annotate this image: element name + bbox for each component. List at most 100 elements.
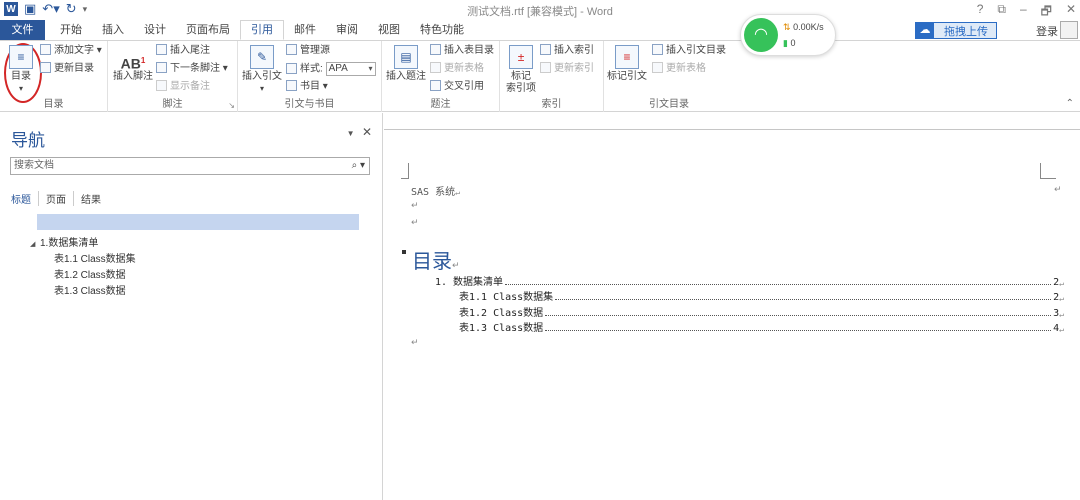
toc-icon: ≡ bbox=[9, 45, 33, 69]
update-toc-button[interactable]: 更新目录 bbox=[40, 62, 94, 76]
tab-layout[interactable]: 页面布局 bbox=[176, 20, 240, 40]
nav-options-icon[interactable]: ▼ bbox=[347, 129, 355, 138]
dialog-launcher-icon[interactable]: ↘ bbox=[228, 101, 235, 110]
crop-mark bbox=[1040, 163, 1056, 179]
upload-label: 拖拽上传 bbox=[944, 25, 988, 38]
group-label-captions: 题注 bbox=[430, 99, 451, 110]
tab-results[interactable]: 结果 bbox=[74, 191, 108, 206]
cross-reference-button[interactable]: 交叉引用 bbox=[430, 80, 484, 94]
tab-headings[interactable]: 标题 bbox=[11, 191, 39, 206]
upload-button[interactable]: ☁ 拖拽上传 bbox=[915, 22, 997, 39]
nav-heading-item[interactable]: 表1.2 Class数据 bbox=[54, 266, 126, 281]
avatar[interactable] bbox=[1060, 21, 1078, 39]
group-label-footnotes: 脚注 bbox=[162, 99, 183, 110]
group-toc: ≡ 目录 ▾ 添加文字 ▾ 更新目录 目录 bbox=[0, 41, 108, 112]
next-footnote-button[interactable]: 下一条脚注 ▾ bbox=[156, 62, 228, 76]
nav-heading-item[interactable]: 表1.3 Class数据 bbox=[54, 282, 126, 297]
tab-pages[interactable]: 页面 bbox=[39, 191, 74, 206]
window-title: 测试文档.rtf [兼容模式] - Word bbox=[467, 6, 613, 18]
style-dropdown[interactable]: APA ▾ bbox=[325, 62, 376, 76]
group-label-citations: 引文与书目 bbox=[284, 99, 335, 110]
login-link[interactable]: 登录 bbox=[1036, 23, 1058, 39]
toc-entry[interactable]: 1. 数据集清单 2 ↵ bbox=[435, 274, 1064, 288]
battery-icon: ▮ bbox=[783, 38, 788, 48]
tab-references[interactable]: 引用 bbox=[240, 20, 284, 40]
nav-heading-item[interactable]: ◢ 1.数据集清单 bbox=[30, 234, 98, 249]
paragraph-mark: ↵ bbox=[411, 200, 419, 210]
insert-footnote-button[interactable]: AB1 插入脚注 bbox=[112, 49, 154, 83]
add-text-button[interactable]: 添加文字 ▾ bbox=[40, 44, 102, 58]
search-icon[interactable]: ⌕ ▾ bbox=[352, 158, 365, 174]
doc-header[interactable]: SAS 系统↵ bbox=[411, 183, 460, 198]
update-toa-icon bbox=[652, 62, 663, 73]
wifi-icon: ◠ bbox=[744, 18, 778, 52]
toc-entry[interactable]: 表1.2 Class数据 3 ↵ bbox=[459, 305, 1064, 319]
add-text-icon bbox=[40, 44, 51, 55]
group-footnotes: AB1 插入脚注 插入尾注 下一条脚注 ▾ 显示备注 脚注 ↘ bbox=[108, 41, 238, 112]
insert-citation-button[interactable]: ✎ 插入引文 ▾ bbox=[242, 45, 282, 95]
mark-entry-icon: ± bbox=[509, 45, 533, 69]
tab-review[interactable]: 审阅 bbox=[326, 20, 368, 40]
bibliography-button[interactable]: 书目 ▾ bbox=[286, 80, 328, 94]
group-label-toc: 目录 bbox=[43, 99, 64, 110]
toc-entry[interactable]: 表1.1 Class数据集 2 ↵ bbox=[459, 289, 1064, 303]
group-captions: ▤ 插入题注 插入表目录 更新表格 交叉引用 题注 bbox=[382, 41, 500, 112]
toc-entry[interactable]: 表1.3 Class数据 4 ↵ bbox=[459, 320, 1064, 334]
tab-featured[interactable]: 特色功能 bbox=[410, 20, 474, 40]
toc-button[interactable]: ≡ 目录 ▾ bbox=[8, 45, 34, 95]
endnote-icon bbox=[156, 44, 167, 55]
tab-home[interactable]: 开始 bbox=[50, 20, 92, 40]
next-footnote-icon bbox=[156, 62, 167, 73]
cross-reference-icon bbox=[430, 80, 441, 91]
tab-mailings[interactable]: 邮件 bbox=[284, 20, 326, 40]
show-notes-button[interactable]: 显示备注 bbox=[156, 80, 210, 94]
paragraph-mark: ↵ bbox=[411, 337, 419, 347]
collapse-ribbon-icon[interactable]: ⌃ bbox=[1066, 98, 1074, 109]
tab-design[interactable]: 设计 bbox=[134, 20, 176, 40]
nav-tabs: 标题 页面 结果 bbox=[11, 191, 108, 206]
group-index: ± 标记 索引项 插入索引 更新索引 索引 bbox=[500, 41, 604, 112]
navigation-pane: 导航 ▼ ✕ 搜索文档 ⌕ ▾ 标题 页面 结果 ◢ 1.数据集清单 表1.1 C… bbox=[0, 113, 383, 500]
update-index-button[interactable]: 更新索引 bbox=[540, 62, 594, 76]
doc-heading[interactable]: 目录↵ bbox=[412, 245, 460, 274]
device-count: 0 bbox=[790, 38, 796, 48]
update-toa-button[interactable]: 更新表格 bbox=[652, 62, 706, 76]
update-table-button[interactable]: 更新表格 bbox=[430, 62, 484, 76]
insert-endnote-button[interactable]: 插入尾注 bbox=[156, 44, 210, 58]
footnote-icon: AB1 bbox=[120, 55, 146, 72]
manage-sources-button[interactable]: 管理源 bbox=[286, 44, 330, 58]
document-area[interactable]: SAS 系统↵ ↵ ↵ ↵ 目录↵ 1. 数据集清单 2 ↵ 表1.1 Class数… bbox=[384, 113, 1080, 500]
update-toc-icon bbox=[40, 62, 51, 73]
cloud-icon: ☁ bbox=[916, 23, 934, 38]
insert-index-icon bbox=[540, 44, 551, 55]
caption-icon: ▤ bbox=[394, 45, 418, 69]
collapse-triangle-icon[interactable]: ◢ bbox=[30, 240, 40, 248]
arrows-icon: ⇅ bbox=[783, 22, 791, 32]
title-bar: W ▣ ↶▾ ↻ ▾ 测试文档.rtf [兼容模式] - Word ? ⧉ – … bbox=[0, 0, 1080, 20]
manage-sources-icon bbox=[286, 44, 297, 55]
show-notes-icon bbox=[156, 80, 167, 91]
page-edge bbox=[384, 129, 1080, 130]
nav-controls: ▼ ✕ bbox=[347, 125, 372, 139]
ribbon-tabs: 文件 开始 插入 设计 页面布局 引用 邮件 审阅 视图 特色功能 ☁ 拖拽上传… bbox=[0, 20, 1080, 40]
insert-table-figures-button[interactable]: 插入表目录 bbox=[430, 44, 494, 58]
search-input[interactable]: 搜索文档 ⌕ ▾ bbox=[10, 157, 370, 175]
mark-entry-button[interactable]: ± 标记 索引项 bbox=[504, 45, 538, 95]
tab-view[interactable]: 视图 bbox=[368, 20, 410, 40]
nav-close-icon[interactable]: ✕ bbox=[362, 125, 372, 139]
nav-selected-heading[interactable] bbox=[37, 214, 359, 230]
mark-citation-button[interactable]: ≡ 标记引文 bbox=[606, 45, 648, 83]
ribbon: ≡ 目录 ▾ 添加文字 ▾ 更新目录 目录 AB1 插入脚注 插入尾注 下一条脚注… bbox=[0, 40, 1080, 112]
network-speed: 0.00K/s bbox=[793, 22, 824, 32]
insert-caption-button[interactable]: ▤ 插入题注 bbox=[386, 45, 426, 83]
insert-index-button[interactable]: 插入索引 bbox=[540, 44, 594, 58]
chevron-down-icon: ▾ bbox=[368, 64, 373, 73]
tab-insert[interactable]: 插入 bbox=[92, 20, 134, 40]
nav-heading-item[interactable]: 表1.1 Class数据集 bbox=[54, 250, 136, 265]
insert-toa-button[interactable]: 插入引文目录 bbox=[652, 44, 726, 58]
paragraph-mark: ↵ bbox=[411, 217, 419, 227]
tab-file[interactable]: 文件 bbox=[0, 20, 45, 40]
style-icon bbox=[286, 62, 297, 74]
network-widget[interactable]: ◠ ⇅ 0.00K/s ▮ 0 bbox=[740, 14, 836, 56]
style-selector[interactable]: 样式: APA ▾ bbox=[286, 62, 376, 76]
